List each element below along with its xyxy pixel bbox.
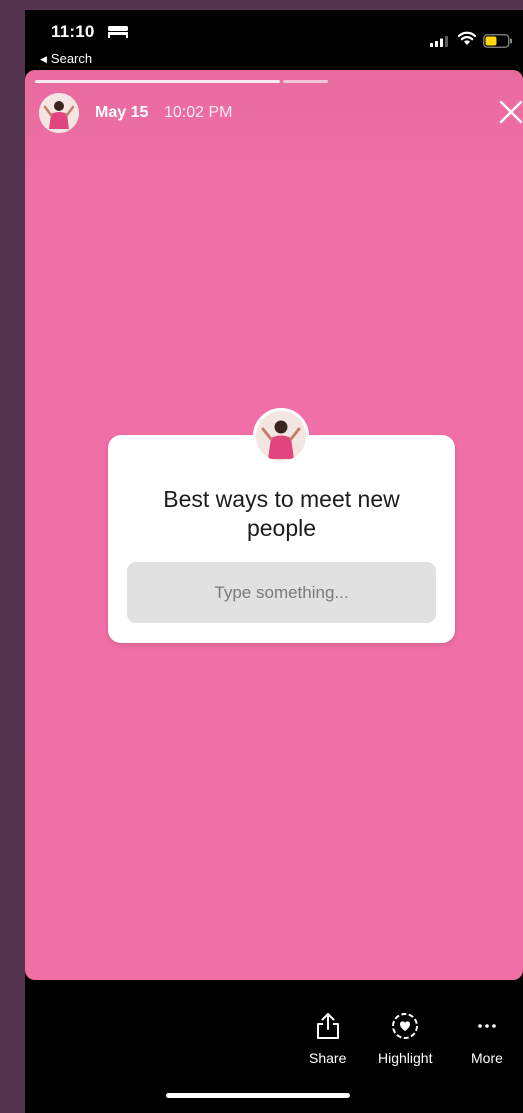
status-time: 11:10	[51, 22, 95, 41]
back-to-search-link[interactable]: ◀ Search	[40, 51, 92, 66]
share-icon	[316, 1013, 339, 1039]
share-button[interactable]: Share	[309, 1012, 346, 1066]
profile-photo-icon	[39, 93, 79, 133]
story-view[interactable]: May 15 10:02 PM Best ways to meet new pe…	[25, 70, 523, 980]
bed-icon	[108, 26, 128, 38]
story-progress-segment-2	[283, 80, 328, 83]
back-arrow-icon: ◀	[40, 54, 47, 64]
question-sticker[interactable]: Best ways to meet new people Type someth…	[108, 435, 455, 643]
highlight-label: Highlight	[378, 1050, 433, 1066]
phone-screen: 11:10 ◀ Search May 15 10:02 PM Best ways…	[25, 10, 523, 1113]
status-bar: 11:10 ◀ Search	[25, 10, 523, 70]
close-icon[interactable]	[499, 100, 523, 124]
question-text: Best ways to meet new people	[163, 486, 400, 541]
story-progress-segment-1	[35, 80, 280, 83]
avatar[interactable]	[39, 93, 79, 133]
highlight-button[interactable]: Highlight	[378, 1012, 432, 1066]
signal-icon	[430, 36, 448, 47]
battery-icon	[483, 34, 512, 48]
answer-placeholder: Type something...	[214, 582, 349, 602]
back-label: Search	[50, 51, 93, 66]
answer-input[interactable]: Type something...	[127, 562, 436, 623]
story-time: 10:02 PM	[164, 104, 233, 121]
profile-photo-icon	[256, 411, 306, 461]
highlight-heart-icon	[392, 1013, 419, 1039]
story-date: May 15	[95, 104, 149, 121]
more-dots-icon	[478, 1024, 496, 1028]
wifi-icon	[457, 31, 477, 45]
sticker-avatar	[253, 408, 309, 464]
more-label: More	[471, 1050, 503, 1066]
home-indicator	[166, 1093, 350, 1098]
more-button[interactable]: More	[471, 1012, 503, 1066]
share-label: Share	[309, 1050, 347, 1066]
